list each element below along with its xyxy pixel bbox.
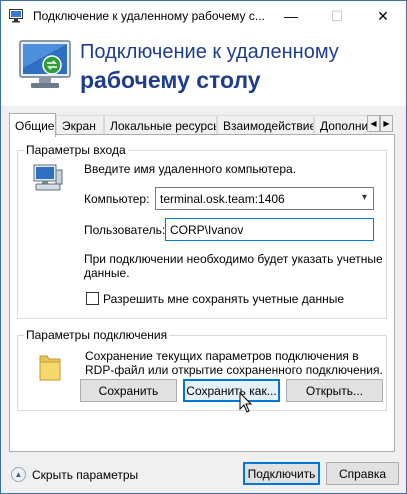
credentials-note-line1: При подключении необходимо будет указать… xyxy=(84,252,383,266)
dialog-header: Подключение к удаленному рабочему столу xyxy=(1,31,406,106)
chevron-right-icon: ▶ xyxy=(383,119,390,128)
folder-icon xyxy=(39,355,61,381)
close-button[interactable]: ✕ xyxy=(360,1,406,31)
header-title-line1: Подключение к удаленному xyxy=(80,41,339,63)
save-credentials-checkbox[interactable] xyxy=(86,292,99,305)
credentials-note-line2: данные. xyxy=(84,266,130,280)
remote-desktop-monitor-icon xyxy=(19,40,71,88)
computer-instruction-text: Введите имя удаленного компьютера. xyxy=(84,162,297,176)
maximize-button[interactable]: ☐ xyxy=(314,1,360,31)
user-label: Пользователь: xyxy=(84,223,166,237)
connection-settings-group: Параметры подключения Сохранение текущих… xyxy=(17,328,387,411)
computer-combobox[interactable]: terminal.osk.team:1406 ▾ xyxy=(155,187,374,210)
computer-icon xyxy=(33,164,63,191)
chevron-left-icon: ◀ xyxy=(370,119,377,128)
maximize-icon: ☐ xyxy=(330,7,344,24)
connection-desc-line1: Сохранение текущих параметров подключени… xyxy=(85,349,359,363)
connect-button[interactable]: Подключить xyxy=(243,462,320,485)
save-credentials-label[interactable]: Разрешить мне сохранять учетные данные xyxy=(103,292,344,306)
tab-scroll-right-button[interactable]: ▶ xyxy=(380,115,393,132)
computer-combobox-value: terminal.osk.team:1406 xyxy=(160,192,285,206)
tab-experience[interactable]: Взаимодействие xyxy=(217,115,314,136)
chevron-up-icon: ▲ xyxy=(14,470,23,479)
tab-local-resources[interactable]: Локальные ресурсы xyxy=(104,115,217,136)
rdp-window: Подключение к удаленному рабочему с... —… xyxy=(0,0,407,494)
hide-options-toggle[interactable]: ▲ xyxy=(11,467,26,482)
open-button[interactable]: Открыть... xyxy=(286,379,383,402)
hide-options-label[interactable]: Скрыть параметры xyxy=(32,468,138,482)
user-input[interactable] xyxy=(166,219,373,240)
help-button[interactable]: Справка xyxy=(326,462,399,485)
remote-desktop-icon xyxy=(9,9,23,23)
logon-settings-title: Параметры входа xyxy=(24,143,128,157)
save-as-button[interactable]: Сохранить как... xyxy=(183,379,280,402)
logon-settings-group: Параметры входа Введите имя удаленного к… xyxy=(17,143,387,319)
save-button[interactable]: Сохранить xyxy=(80,379,177,402)
mouse-cursor-icon xyxy=(239,392,253,413)
minimize-button[interactable]: — xyxy=(268,1,314,31)
header-title-line2: рабочему столу xyxy=(80,67,261,93)
minimize-icon: — xyxy=(284,8,298,24)
close-icon: ✕ xyxy=(377,7,389,24)
tab-display[interactable]: Экран xyxy=(56,115,104,136)
chevron-down-icon[interactable]: ▾ xyxy=(362,192,367,203)
tab-general[interactable]: Общие xyxy=(9,113,56,137)
connection-settings-title: Параметры подключения xyxy=(24,328,170,342)
window-title: Подключение к удаленному рабочему с... xyxy=(33,9,265,23)
connection-desc-line2: RDP-файл или открытие сохраненного подкл… xyxy=(85,363,383,377)
user-field[interactable] xyxy=(165,218,374,241)
general-tab-panel: Параметры входа Введите имя удаленного к… xyxy=(9,134,395,452)
tab-scroll-left-button[interactable]: ◀ xyxy=(367,115,380,132)
computer-label: Компьютер: xyxy=(84,192,150,206)
title-bar[interactable]: Подключение к удаленному рабочему с... —… xyxy=(1,1,406,31)
tab-advanced[interactable]: Дополни xyxy=(314,115,371,136)
